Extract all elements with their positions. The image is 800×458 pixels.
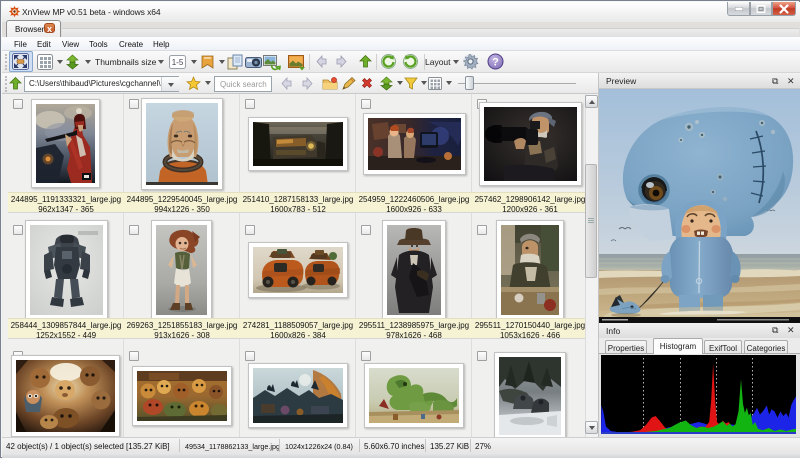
svg-text:1-5: 1-5: [172, 58, 184, 67]
svg-text:?: ?: [492, 57, 499, 69]
